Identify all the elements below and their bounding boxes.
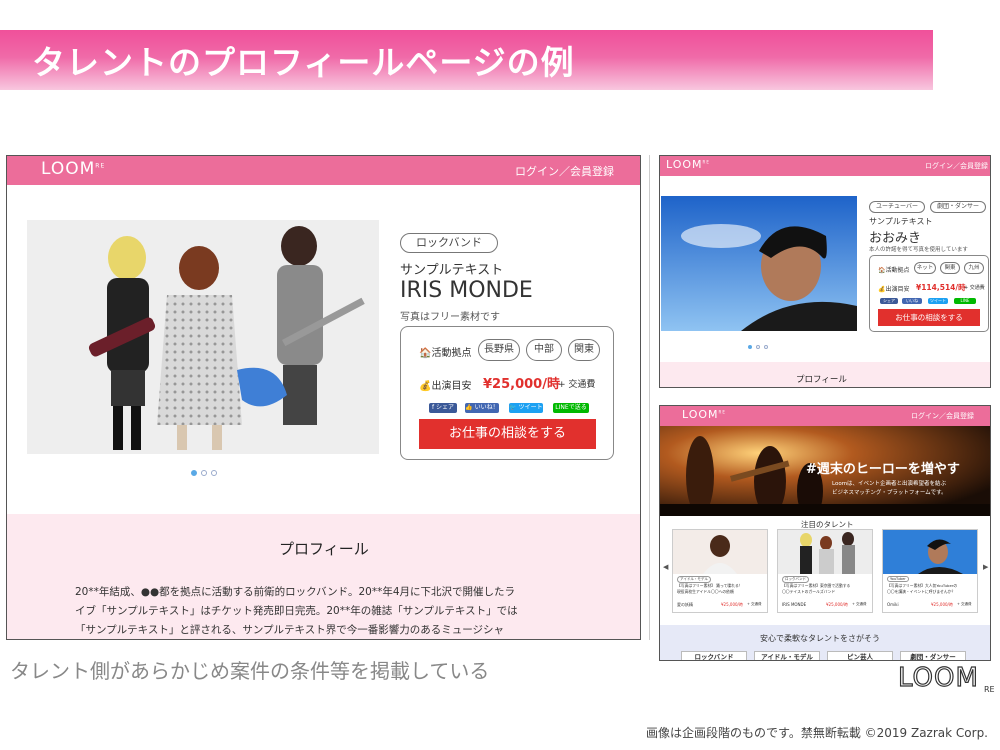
area-chip[interactable]: 関東	[940, 262, 960, 274]
talent-card[interactable]: アイドル・モデル 【写真はフリー素材】 踊って喋れる！ 現役高校生アイドル〇〇へ…	[672, 529, 768, 613]
photo-note: 写真はフリー素材です	[400, 312, 500, 323]
talent-card[interactable]: YouTuber 【写真はフリー素材】大人気YouTuberの 〇〇を講演・イベ…	[882, 529, 978, 613]
consult-button[interactable]: お仕事の相談をする	[878, 309, 980, 326]
category-badge[interactable]: ロックバンド	[400, 233, 498, 253]
divider	[649, 155, 650, 640]
info-box: 🏠活動拠点 長野県 中部 関東 💰出演目安 ¥25,000/時 + 交通費 f …	[400, 326, 614, 460]
carousel-next-icon[interactable]: ▶	[983, 563, 988, 571]
profile-heading: プロフィール	[279, 540, 369, 558]
card-name: Omiki	[887, 602, 899, 607]
card-fee: ¥25,000/時	[826, 602, 848, 607]
card-name: IRIS MONDE	[782, 602, 807, 607]
brand-logo: LOOM RE	[897, 660, 998, 694]
title-band: タレントのプロフィールページの例	[0, 30, 933, 90]
band-photo	[27, 220, 379, 454]
profile-text-line: 「サンプルテキスト」と評される、サンプルテキスト界で今一番影響力のあるミュージシ…	[75, 624, 505, 636]
fee-label: 💰出演目安	[419, 381, 472, 392]
login-link[interactable]: ログイン／会員登録	[925, 161, 988, 171]
area-chip[interactable]: 九州	[964, 262, 984, 274]
site-header: LOOMRE ログイン／会員登録	[660, 156, 990, 176]
category-button[interactable]: ロックバンド	[681, 651, 747, 660]
area-chip[interactable]: 中部	[526, 339, 562, 361]
card-tag: ロックバンド	[782, 576, 809, 583]
slide: { "slide_title": "タレントのプロフィールページの例", "ca…	[0, 0, 1000, 750]
caption: タレント側があらかじめ案件の条件等を掲載している	[10, 659, 490, 683]
svg-text:LOOM: LOOM	[898, 663, 979, 693]
card-desc: 〇〇テイストのガールズバンド	[782, 589, 836, 594]
site-header: LOOMRE ログイン／会員登録	[7, 156, 640, 185]
fee-label: 💰出演目安	[878, 286, 910, 293]
talent-name: IRIS MONDE	[400, 278, 533, 303]
area-label: 🏠活動拠点	[419, 348, 472, 359]
talent-photo	[661, 196, 857, 331]
mini-profile-page: LOOMRE ログイン／会員登録 ユーチューバー 劇団・ダンサー サンプルテキス…	[659, 155, 991, 388]
login-link[interactable]: ログイン／会員登録	[911, 411, 974, 421]
site-logo[interactable]: LOOMRE	[682, 408, 726, 421]
talent-card[interactable]: ロックバンド 【写真はフリー素材】東京圏で活動する 〇〇テイストのガールズバンド…	[777, 529, 873, 613]
category-badge[interactable]: ユーチューバー	[869, 201, 925, 213]
mini-top-page: LOOMRE ログイン／会員登録 #週末のヒーローを増やす Loomは、イベント…	[659, 405, 991, 661]
fee-value: ¥25,000/時	[483, 377, 560, 392]
site-logo[interactable]: LOOMRE	[41, 159, 105, 179]
photo-note: 本人の許諾を得て写真を使用しています	[869, 247, 968, 253]
info-box: 🏠活動拠点 ネット 関東 九州 💰出演目安 ¥114,514/時 + 交通費 シ…	[869, 255, 989, 332]
area-chip[interactable]: 関東	[568, 339, 600, 361]
category-button[interactable]: ピン芸人	[827, 651, 893, 660]
fee-suffix: + 交通費	[964, 285, 985, 291]
hero-title: #週末のヒーローを増やす	[806, 462, 960, 477]
search-heading: 安心で柔軟なタレントをさがそう	[760, 634, 880, 643]
like-button[interactable]: いいね	[902, 298, 922, 304]
line-share-button[interactable]: LINEで送る	[553, 403, 589, 413]
copyright: 画像は企画段階のものです。禁無断転載 ©2019 Zazrak Corp.	[646, 726, 988, 740]
category-badge[interactable]: 劇団・ダンサー	[930, 201, 986, 213]
main-profile-page: LOOMRE ログイン／会員登録 ロックバンド サンプルテキスト IRIS MO…	[6, 155, 641, 640]
login-link[interactable]: ログイン／会員登録	[515, 163, 614, 179]
card-name: 愛の妖精	[677, 602, 693, 607]
card-tag: アイドル・モデル	[677, 576, 711, 583]
facebook-share-button[interactable]: f シェア	[429, 403, 457, 413]
facebook-share-button[interactable]: シェア	[880, 298, 898, 304]
card-fee: ¥25,000/時	[931, 602, 953, 607]
carousel-prev-icon[interactable]: ◀	[663, 563, 668, 571]
card-desc: 現役高校生アイドル〇〇への依頼	[677, 589, 734, 594]
area-chip[interactable]: 長野県	[478, 339, 520, 361]
card-fee-suffix: + 交通費	[747, 602, 762, 606]
fee-suffix: + 交通費	[558, 380, 596, 390]
card-fee-suffix: + 交通費	[957, 602, 972, 606]
card-fee: ¥25,000/時	[721, 602, 743, 607]
profile-section: プロフィール	[660, 362, 990, 387]
fee-value: ¥114,514/時	[916, 283, 966, 292]
site-logo[interactable]: LOOMRE	[666, 158, 710, 171]
carousel-dots[interactable]	[746, 334, 770, 353]
profile-text-line: イブ「サンプルテキスト」はチケット発売即日完売。20**年の雑誌「サンプルテキス…	[75, 605, 518, 617]
card-tag: YouTuber	[887, 576, 909, 582]
line-share-button[interactable]: LINE	[954, 298, 976, 304]
talent-name: おおみき	[869, 231, 922, 246]
category-button[interactable]: アイドル・モデル	[754, 651, 820, 660]
card-fee-suffix: + 交通費	[852, 602, 867, 606]
hero-subtitle: ビジネスマッチング・プラットフォームです。	[832, 490, 947, 496]
svg-text:RE: RE	[984, 685, 995, 694]
card-desc: 〇〇を講演・イベントに呼びませんか？	[887, 589, 956, 594]
tweet-button[interactable]: ツイート	[928, 298, 948, 304]
site-header: LOOMRE ログイン／会員登録	[660, 406, 990, 426]
area-label: 🏠活動拠点	[878, 267, 910, 274]
profile-heading: プロフィール	[796, 375, 847, 385]
carousel-dots[interactable]	[189, 461, 219, 480]
area-chip[interactable]: ネット	[914, 262, 936, 274]
tweet-button[interactable]: 🐦 ツイート	[509, 403, 543, 413]
like-button[interactable]: 👍 いいね！	[465, 403, 499, 413]
slide-title: タレントのプロフィールページの例	[32, 43, 575, 82]
consult-button[interactable]: お仕事の相談をする	[419, 419, 596, 449]
sample-text: サンプルテキスト	[400, 263, 504, 278]
hero-subtitle: Loomは、イベント企画者と出演希望者を結ぶ	[832, 481, 947, 487]
sample-text: サンプルテキスト	[869, 217, 933, 226]
profile-text-line: 20**年結成、●●都を拠点に活動する前衛的ロックバンド。20**年4月に下北沢…	[75, 586, 516, 598]
profile-section: プロフィール 20**年結成、●●都を拠点に活動する前衛的ロックバンド。20**…	[7, 514, 640, 639]
